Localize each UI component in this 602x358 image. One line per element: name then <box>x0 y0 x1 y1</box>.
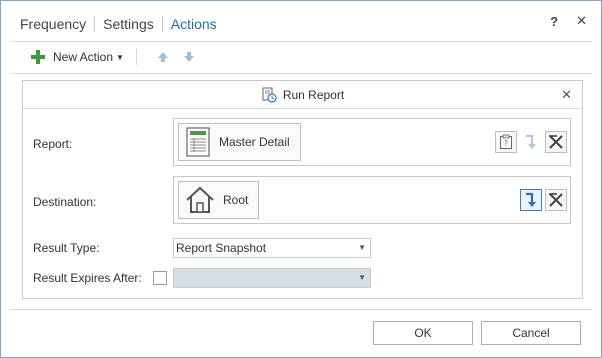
result-expires-label: Result Expires After: <box>33 271 142 285</box>
new-action-button[interactable]: New Action ▼ <box>31 50 124 64</box>
divider <box>10 73 592 74</box>
result-expires-select[interactable]: ▼ <box>173 268 371 288</box>
actions-toolbar: New Action ▼ <box>31 46 205 68</box>
report-parameters-button[interactable]: ? <box>495 131 517 153</box>
chevron-down-icon: ▼ <box>358 243 366 252</box>
remove-action-button[interactable]: ✕ <box>561 87 572 103</box>
new-action-label: New Action <box>53 50 114 64</box>
turn-down-arrow-icon <box>526 134 536 149</box>
divider <box>10 41 592 42</box>
schedule-dialog: Frequency Settings Actions ? ✕ New Actio… <box>0 0 602 358</box>
report-browse-button[interactable] <box>520 131 542 153</box>
dropdown-caret-icon: ▼ <box>116 52 124 62</box>
run-report-icon <box>262 87 277 103</box>
destination-browse-button[interactable] <box>520 189 542 211</box>
dialog-close-button[interactable]: ✕ <box>576 13 587 29</box>
report-name: Master Detail <box>219 135 290 149</box>
svg-text:?: ? <box>504 139 508 148</box>
report-label: Report: <box>33 137 73 151</box>
title-controls: ? ✕ <box>550 13 587 29</box>
result-type-label: Result Type: <box>33 241 100 255</box>
destination-selector: Root <box>173 176 571 224</box>
tab-frequency[interactable]: Frequency <box>20 14 94 34</box>
tab-actions[interactable]: Actions <box>163 14 225 34</box>
report-selector: Master Detail ? <box>173 118 571 166</box>
help-button[interactable]: ? <box>550 14 558 29</box>
ok-button[interactable]: OK <box>373 321 473 345</box>
add-icon <box>31 50 45 64</box>
toolbar-divider <box>135 49 137 65</box>
move-down-button[interactable] <box>183 51 195 63</box>
turn-down-arrow-icon <box>526 192 536 207</box>
result-type-select[interactable]: Report Snapshot ▼ <box>173 238 371 258</box>
divider <box>10 309 592 310</box>
clipboard-icon: ? <box>500 134 512 149</box>
panel-header: Run Report ✕ <box>23 81 582 109</box>
clear-icon <box>549 193 563 207</box>
result-type-value: Report Snapshot <box>176 241 267 255</box>
destination-name: Root <box>223 193 249 207</box>
report-tile[interactable]: Master Detail <box>178 123 301 161</box>
destination-label: Destination: <box>33 195 97 209</box>
dialog-tabs: Frequency Settings Actions <box>20 13 225 35</box>
panel-title-group: Run Report <box>23 87 582 103</box>
chevron-down-icon: ▼ <box>358 273 366 282</box>
tab-settings[interactable]: Settings <box>95 14 162 34</box>
clear-icon <box>549 135 563 149</box>
home-folder-icon <box>186 186 214 213</box>
destination-tile[interactable]: Root <box>178 181 260 219</box>
report-document-icon <box>186 127 210 157</box>
run-report-action-panel: Run Report ✕ Report: Master Detail ? Des… <box>22 80 583 299</box>
move-up-button[interactable] <box>157 51 169 63</box>
cancel-button[interactable]: Cancel <box>481 321 581 345</box>
destination-clear-button[interactable] <box>545 189 567 211</box>
report-clear-button[interactable] <box>545 131 567 153</box>
result-expires-checkbox[interactable] <box>153 271 167 285</box>
panel-title: Run Report <box>282 88 345 102</box>
